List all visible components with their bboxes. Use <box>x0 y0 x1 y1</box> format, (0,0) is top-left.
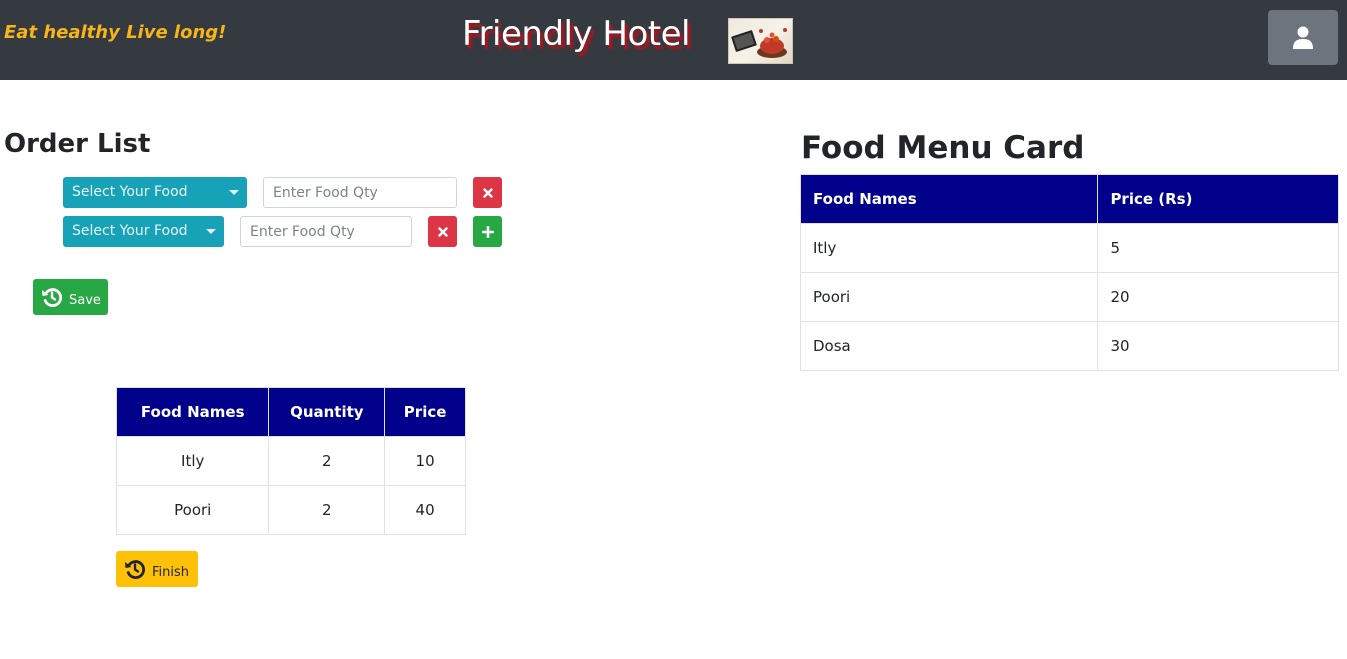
food-select-1[interactable]: Select Your Food <box>63 177 247 208</box>
save-button-label: Save <box>69 292 101 308</box>
finish-button[interactable]: Finish <box>116 551 198 587</box>
table-cell: 30 <box>1097 321 1339 371</box>
table-cell: 40 <box>384 485 466 535</box>
menu-card-title: Food Menu Card <box>801 130 1085 166</box>
history-icon <box>42 288 63 307</box>
table-cell: Itly <box>799 223 1099 273</box>
table-row: Itly 2 10 <box>115 436 466 486</box>
order-table: Food Names Quantity Price Itly 2 10 Poor… <box>115 387 466 535</box>
brand-image <box>728 18 793 64</box>
column-header: Quantity <box>268 387 386 437</box>
table-cell: 10 <box>384 436 466 486</box>
food-select-label: Select Your Food <box>72 223 188 239</box>
column-header: Price (Rs) <box>1097 174 1339 224</box>
food-tablet-image <box>731 28 787 58</box>
food-select-2[interactable]: Select Your Food <box>63 216 224 247</box>
chevron-down-icon <box>206 229 216 234</box>
table-cell: Poori <box>799 272 1099 322</box>
add-row-button[interactable] <box>473 216 502 247</box>
finish-button-label: Finish <box>152 564 190 580</box>
order-table-header: Food Names Quantity Price <box>115 387 466 437</box>
table-cell: 20 <box>1097 272 1339 322</box>
tagline: Eat healthy Live long! <box>4 22 227 43</box>
plus-icon <box>481 225 494 238</box>
remove-row-button-1[interactable] <box>473 177 502 208</box>
table-row: Itly 5 <box>799 223 1339 273</box>
column-header: Food Names <box>799 174 1099 224</box>
table-cell: 5 <box>1097 223 1339 273</box>
history-icon <box>125 560 146 579</box>
table-cell: 2 <box>268 436 386 486</box>
table-row: Poori 2 40 <box>115 485 466 535</box>
menu-table: Food Names Price (Rs) Itly 5 Poori 20 Do… <box>799 174 1339 371</box>
user-account-button[interactable] <box>1268 10 1338 65</box>
save-button[interactable]: Save <box>33 279 108 315</box>
order-list-title: Order List <box>4 129 151 159</box>
top-navbar: Eat healthy Live long! Friendly Hotel <box>0 0 1347 80</box>
remove-row-button-2[interactable] <box>428 216 457 247</box>
close-icon <box>437 226 448 237</box>
table-row: Poori 20 <box>799 272 1339 322</box>
close-icon <box>482 187 493 198</box>
food-qty-input-2[interactable] <box>240 216 412 247</box>
menu-table-header: Food Names Price (Rs) <box>799 174 1339 224</box>
column-header: Price <box>384 387 466 437</box>
table-cell: Dosa <box>799 321 1099 371</box>
table-cell: 2 <box>268 485 386 535</box>
chevron-down-icon <box>229 190 239 195</box>
table-cell: Itly <box>115 436 270 486</box>
brand-title[interactable]: Friendly Hotel <box>462 14 691 54</box>
food-qty-input-1[interactable] <box>263 177 457 208</box>
table-row: Dosa 30 <box>799 321 1339 371</box>
table-cell: Poori <box>115 485 270 535</box>
user-icon <box>1293 26 1313 49</box>
food-select-label: Select Your Food <box>72 184 188 200</box>
column-header: Food Names <box>115 387 270 437</box>
